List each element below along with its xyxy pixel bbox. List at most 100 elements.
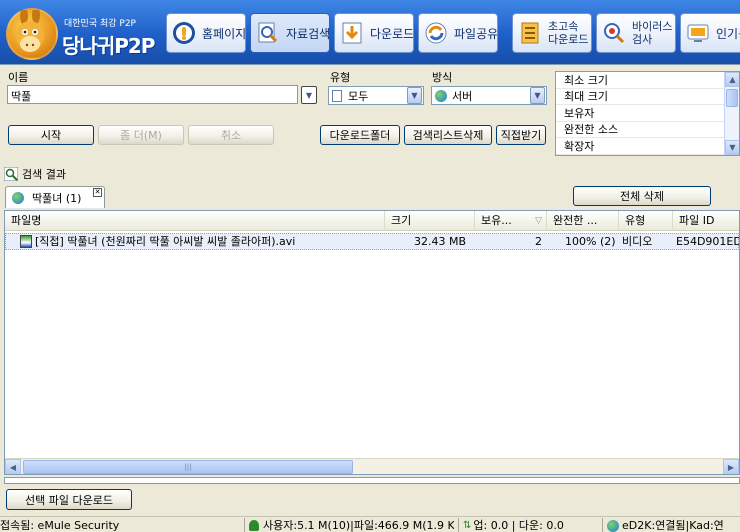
- scroll-thumb[interactable]: [726, 89, 738, 107]
- status-network-text: eD2K:연결됨|Kad:연: [622, 518, 724, 532]
- column-header-size[interactable]: 크기: [385, 211, 475, 231]
- results-title-text: 검색 결과: [22, 168, 66, 181]
- download-icon: [339, 20, 365, 46]
- status-connection: 접속됨: eMule Security: [0, 518, 120, 532]
- toolbar-label: 홈페이지: [202, 26, 246, 41]
- search-panel: 이름 딱풀 ▼ 유형 모두 ▼ 방식 서버 ▼ 시작 좀 더(M) 취소 다운로…: [0, 64, 740, 160]
- globe-icon: [435, 89, 447, 102]
- share-icon: [423, 20, 449, 46]
- divider-bar: [4, 477, 740, 484]
- type-label: 유형: [330, 71, 351, 84]
- toolbar-label: 인기동영: [716, 26, 740, 41]
- table-header: 파일명 크기 보유... ▽ 완전한 ... 유형 파일 ID: [5, 211, 739, 231]
- option-row[interactable]: 최소 크기: [556, 72, 739, 89]
- cell-filename-text: [직접] 딱풀녀 (천원짜리 딱풀 아씨발 씨발 졸라아퍼).avi: [35, 235, 296, 248]
- table-horizontal-scrollbar[interactable]: ◀ ||| ▶: [5, 458, 739, 474]
- toolbar-label: 자료검색: [286, 26, 330, 41]
- toolbar-label: 초고속 다운로드: [548, 20, 589, 46]
- delete-all-button[interactable]: 전체 삭제: [573, 186, 711, 206]
- tab-label: 딱풀녀 (1): [32, 191, 82, 205]
- donkey-logo-icon: [6, 6, 58, 60]
- toolbar-share-button[interactable]: 파일공유: [418, 13, 498, 53]
- avi-file-icon: [20, 235, 32, 248]
- cell-sources: 2: [535, 235, 542, 248]
- table-row[interactable]: [직접] 딱풀녀 (천원짜리 딱풀 아씨발 씨발 졸라아퍼).avi 32.43…: [5, 233, 739, 250]
- home-icon: [171, 20, 197, 46]
- scroll-thumb[interactable]: |||: [23, 460, 353, 474]
- column-header-sources-label: 보유...: [481, 214, 512, 227]
- option-row[interactable]: 확장자: [556, 138, 739, 155]
- app-logo: 대한민국 최강 P2P 당나귀P2P: [4, 4, 155, 60]
- top-toolbar: 대한민국 최강 P2P 당나귀P2P 홈페이지 자료검색 다운로드 파일공유 초…: [0, 0, 740, 64]
- toolbar-home-button[interactable]: 홈페이지: [166, 13, 246, 53]
- name-history-dropdown[interactable]: ▼: [301, 86, 317, 104]
- option-row[interactable]: 최대 크기: [556, 89, 739, 105]
- download-folder-button[interactable]: 다운로드폴더: [320, 125, 400, 145]
- column-header-sources[interactable]: 보유... ▽: [475, 211, 547, 231]
- status-users: 사용자:5.1 M(10)|파일:466.9 M(1.9 K): [244, 518, 454, 532]
- toolbar-virus-scan-button[interactable]: 바이러스 검사: [596, 13, 676, 53]
- toolbar-label: 다운로드: [370, 26, 414, 41]
- column-header-file-id[interactable]: 파일 ID: [673, 211, 739, 231]
- popular-video-icon: [685, 20, 711, 46]
- status-users-text: 사용자:5.1 M(10)|파일:466.9 M(1.9 K): [263, 518, 454, 532]
- transfer-arrows-icon: ⇅: [463, 519, 472, 531]
- status-transfer: ⇅ 업: 0.0 | 다운: 0.0: [458, 518, 598, 532]
- scroll-right-icon[interactable]: ▶: [723, 459, 739, 474]
- close-tab-icon[interactable]: ✕: [93, 188, 102, 197]
- status-transfer-text: 업: 0.0 | 다운: 0.0: [473, 518, 564, 532]
- toolbar-label: 파일공유: [454, 26, 498, 41]
- delete-search-list-button[interactable]: 검색리스트삭제: [404, 125, 492, 145]
- column-header-filename[interactable]: 파일명: [5, 211, 385, 231]
- globe-icon: [12, 191, 24, 204]
- more-button[interactable]: 좀 더(M): [98, 125, 184, 145]
- search-options-list[interactable]: 최소 크기 최대 크기 보유자 완전한 소스 확장자 ▲ ▼: [555, 71, 740, 156]
- cell-complete: 100% (2): [565, 235, 616, 248]
- status-network: eD2K:연결됨|Kad:연: [602, 518, 740, 532]
- name-label: 이름: [8, 71, 29, 84]
- option-row[interactable]: 보유자: [556, 105, 739, 122]
- results-section-title: 검색 결과: [3, 166, 66, 182]
- cell-type: 비디오: [622, 235, 653, 248]
- virus-scan-icon: [601, 20, 627, 46]
- scroll-left-icon[interactable]: ◀: [5, 459, 21, 474]
- fast-download-icon: [517, 20, 543, 46]
- method-dropdown-arrow[interactable]: ▼: [530, 87, 545, 104]
- chevron-down-icon: ▼: [305, 90, 313, 100]
- options-scrollbar[interactable]: ▲ ▼: [724, 72, 739, 155]
- document-icon: [332, 89, 342, 102]
- column-header-type[interactable]: 유형: [619, 211, 673, 231]
- type-dropdown-arrow[interactable]: ▼: [407, 87, 422, 104]
- scroll-up-icon[interactable]: ▲: [725, 72, 739, 87]
- results-tab[interactable]: 딱풀녀 (1) ✕: [5, 186, 105, 208]
- cell-filename: [직접] 딱풀녀 (천원짜리 딱풀 아씨발 씨발 졸라아퍼).avi: [16, 234, 386, 249]
- network-globe-icon: [607, 519, 619, 532]
- toolbar-fast-download-button[interactable]: 초고속 다운로드: [512, 13, 592, 53]
- search-doc-icon: [255, 20, 281, 46]
- direct-receive-button[interactable]: 직접받기: [496, 125, 546, 145]
- cancel-button[interactable]: 취소: [188, 125, 274, 145]
- users-icon: [249, 520, 259, 531]
- toolbar-label: 바이러스 검사: [632, 20, 673, 46]
- scroll-down-icon[interactable]: ▼: [725, 140, 739, 155]
- brand-name: 당나귀P2P: [62, 34, 155, 58]
- column-header-complete[interactable]: 완전한 ...: [547, 211, 619, 231]
- option-row[interactable]: 완전한 소스: [556, 122, 739, 138]
- download-selected-button[interactable]: 선택 파일 다운로드: [6, 489, 132, 510]
- type-select-value: 모두: [348, 89, 369, 103]
- method-label: 방식: [432, 71, 453, 84]
- chevron-down-icon: ▼: [411, 91, 418, 100]
- toolbar-download-button[interactable]: 다운로드: [334, 13, 414, 53]
- toolbar-search-button[interactable]: 자료검색: [250, 13, 330, 53]
- brand-tagline: 대한민국 최강 P2P: [64, 19, 136, 29]
- start-button[interactable]: 시작: [8, 125, 94, 145]
- toolbar-popular-video-button[interactable]: 인기동영: [680, 13, 740, 53]
- chevron-down-icon: ▼: [534, 91, 541, 100]
- search-name-input[interactable]: 딱풀: [7, 85, 298, 104]
- search-results-icon: [3, 166, 19, 182]
- cell-size: 32.43 MB: [413, 235, 466, 248]
- method-select-value: 서버: [452, 89, 473, 103]
- cell-file-id: E54D901ED83: [676, 235, 739, 248]
- sort-descending-icon: ▽: [535, 216, 542, 226]
- status-bar: 접속됨: eMule Security 사용자:5.1 M(10)|파일:466…: [0, 516, 740, 532]
